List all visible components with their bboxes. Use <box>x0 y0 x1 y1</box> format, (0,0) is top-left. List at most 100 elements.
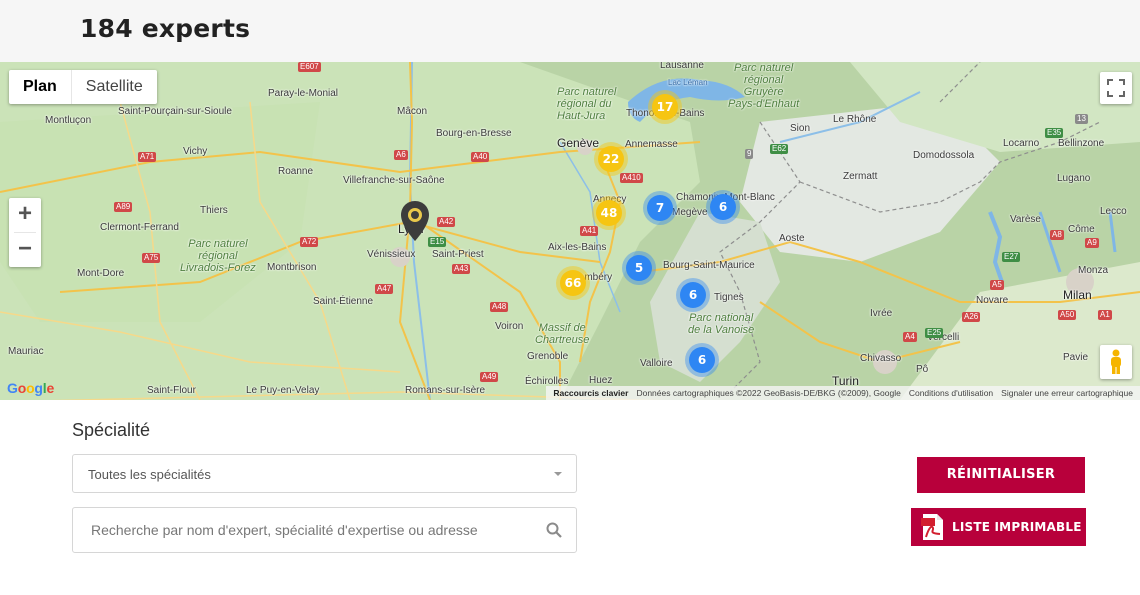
place-label: Montluçon <box>45 115 92 126</box>
place-label: Vénissieux <box>367 249 416 260</box>
park-label: Parc naturel régional Gruyère Pays-d'Enh… <box>728 62 800 110</box>
place-label: Vichy <box>183 146 208 157</box>
place-label: Pô <box>916 364 929 375</box>
map-pin-icon[interactable] <box>400 200 430 242</box>
road-shield: A49 <box>480 372 499 382</box>
place-label: Megève <box>672 207 708 218</box>
search-icon[interactable] <box>546 522 562 538</box>
place-label: Saint-Étienne <box>313 296 374 307</box>
map-attribution: Raccourcis clavier Données cartographiqu… <box>546 386 1140 400</box>
map-cluster[interactable]: 6 <box>680 282 706 308</box>
place-label: Novare <box>976 295 1009 306</box>
map-cluster[interactable]: 6 <box>689 347 715 373</box>
page-header: 184 experts <box>0 0 1140 62</box>
terms-link[interactable]: Conditions d'utilisation <box>909 388 993 398</box>
place-label: Villefranche-sur-Saône <box>343 175 445 186</box>
map-cluster[interactable]: 6 <box>710 194 736 220</box>
road-shield: A5 <box>990 280 1004 290</box>
road-shield: E15 <box>428 237 447 247</box>
road-shield: A42 <box>437 217 456 227</box>
road-shield: 9 <box>745 149 754 159</box>
search-field <box>72 507 577 553</box>
map-cluster[interactable]: 17 <box>652 94 678 120</box>
zoom-out-button[interactable]: − <box>9 233 41 267</box>
specialty-select-value: Toutes les spécialités <box>88 467 211 482</box>
road-shield: A26 <box>962 312 981 322</box>
road-shield: E25 <box>925 328 944 338</box>
park-label: Parc national de la Vanoise <box>688 312 755 336</box>
place-label: Lugano <box>1057 173 1091 184</box>
search-input[interactable] <box>73 508 533 552</box>
road-shield: A4 <box>903 332 917 342</box>
park-label: Massif de Chartreuse <box>535 322 590 346</box>
map-type-satellite-button[interactable]: Satellite <box>72 70 157 104</box>
place-label: Aoste <box>779 233 805 244</box>
place-label: Voiron <box>495 321 524 332</box>
road-shield: A1 <box>1098 310 1112 320</box>
place-label: Le Rhône <box>833 114 877 125</box>
printable-list-label: LISTE IMPRIMABLE <box>952 520 1082 534</box>
road-shield: A89 <box>114 202 133 212</box>
place-label: Grenoble <box>527 351 569 362</box>
road-shield: A6 <box>394 150 408 160</box>
road-shield: A48 <box>490 302 509 312</box>
road-shield: A41 <box>580 226 599 236</box>
road-shield: A72 <box>300 237 319 247</box>
place-label: Lausanne <box>660 62 704 71</box>
map-view[interactable]: Lausanne Montluçon Paray-le-Monial Mâcon… <box>0 62 1140 400</box>
road-shield: A410 <box>620 173 643 183</box>
keyboard-shortcuts-link[interactable]: Raccourcis clavier <box>553 388 628 398</box>
pdf-icon <box>921 514 943 540</box>
map-type-control: Plan Satellite <box>9 70 157 104</box>
park-label: Parc naturel régional du Haut-Jura <box>557 86 617 122</box>
place-label: Saint-Flour <box>147 385 196 396</box>
page-title: 184 experts <box>80 14 251 43</box>
road-shield: A43 <box>452 264 471 274</box>
road-shield: E35 <box>1045 128 1064 138</box>
place-label: Monza <box>1078 265 1109 276</box>
place-label: Locarno <box>1003 138 1040 149</box>
map-cluster[interactable]: 7 <box>647 195 673 221</box>
street-view-button[interactable] <box>1100 345 1132 379</box>
place-label: Lac Léman <box>668 78 708 87</box>
place-label: Varèse <box>1010 214 1041 225</box>
place-label: Zermatt <box>843 171 878 182</box>
map-type-plan-button[interactable]: Plan <box>9 70 72 104</box>
place-label: Annemasse <box>625 139 678 150</box>
road-shield: 13 <box>1075 114 1088 124</box>
place-label: Pavie <box>1063 352 1089 363</box>
map-cluster[interactable]: 22 <box>598 146 624 172</box>
road-shield: A8 <box>1050 230 1064 240</box>
report-error-link[interactable]: Signaler une erreur cartographique <box>1001 388 1133 398</box>
place-label: Le Puy-en-Velay <box>246 385 320 396</box>
reset-button[interactable]: RÉINITIALISER <box>917 457 1085 493</box>
place-label: Sion <box>790 123 811 134</box>
chevron-down-icon <box>554 472 562 476</box>
fullscreen-button[interactable] <box>1100 72 1132 104</box>
map-cluster[interactable]: 66 <box>560 270 586 296</box>
specialty-select[interactable]: Toutes les spécialités <box>72 454 577 493</box>
road-shield: E27 <box>1002 252 1021 262</box>
place-label: Saint-Priest <box>432 249 484 260</box>
place-label: Huez <box>589 375 613 386</box>
specialty-label: Spécialité <box>72 420 151 440</box>
place-label: Mauriac <box>8 346 44 357</box>
place-label: Paray-le-Monial <box>268 88 339 99</box>
map-data-text: Données cartographiques ©2022 GeoBasis-D… <box>636 388 901 398</box>
place-label: Domodossola <box>913 150 975 161</box>
map-cluster[interactable]: 48 <box>596 200 622 226</box>
map-cluster[interactable]: 5 <box>626 255 652 281</box>
place-label: Chivasso <box>860 353 902 364</box>
road-shield: E62 <box>770 144 789 154</box>
road-shield: E607 <box>298 62 321 72</box>
printable-list-button[interactable]: LISTE IMPRIMABLE <box>911 508 1086 546</box>
place-label: Romans-sur-Isère <box>405 385 486 396</box>
place-label: Ivrée <box>870 308 893 319</box>
place-label: Saint-Pourçain-sur-Sioule <box>118 106 232 117</box>
place-label: Bourg-en-Bresse <box>436 128 512 139</box>
google-logo: Google <box>7 380 55 396</box>
place-label: Milan <box>1063 288 1092 302</box>
road-shield: A75 <box>142 253 161 263</box>
place-label: Montbrison <box>267 262 317 273</box>
zoom-in-button[interactable]: + <box>9 198 41 232</box>
